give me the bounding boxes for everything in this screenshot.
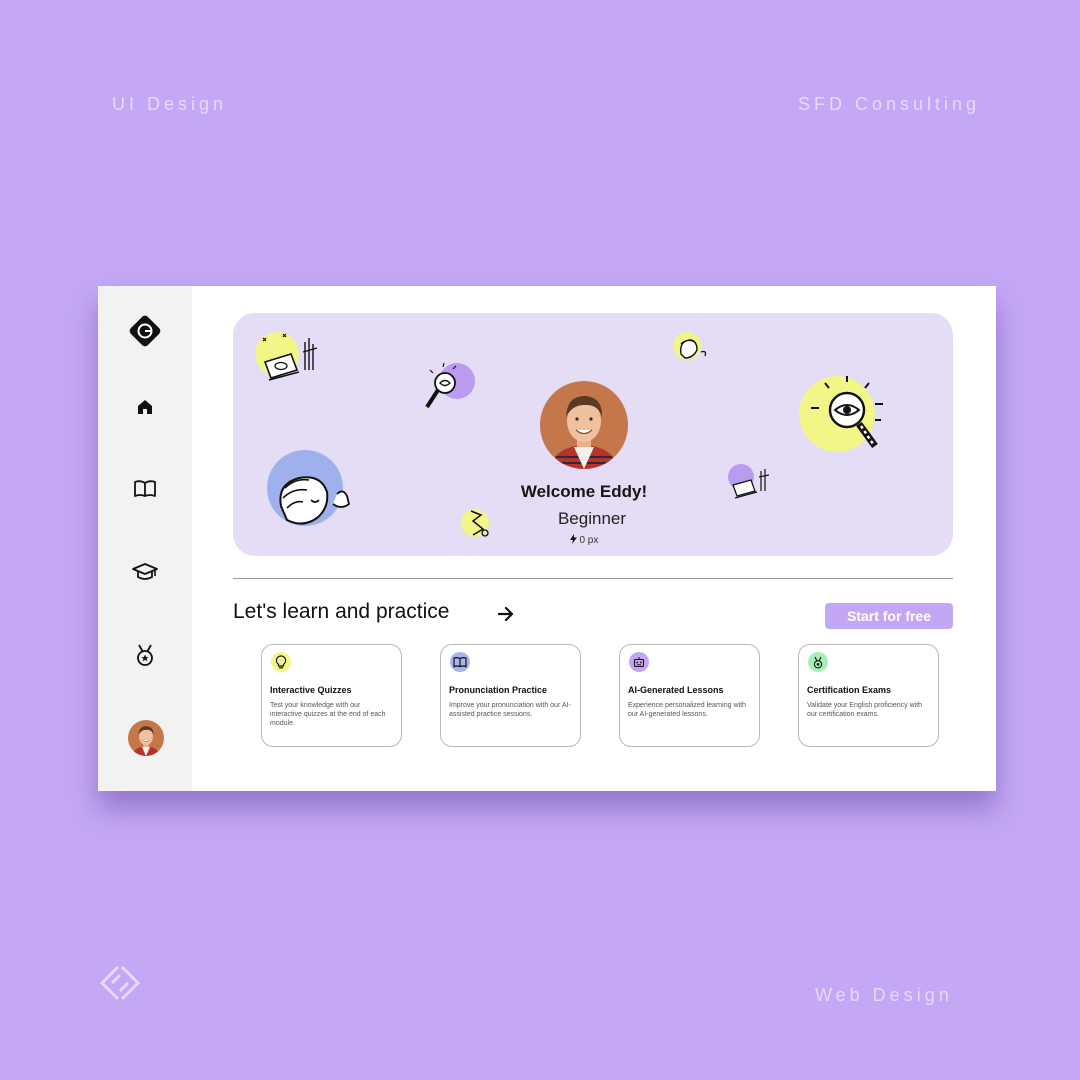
hero-user-avatar — [540, 381, 628, 469]
welcome-banner: Welcome Eddy! Beginner 0 px — [233, 313, 953, 556]
showcase-label-ui-design: UI Design — [112, 94, 228, 114]
section-title: Let's learn and practice — [233, 600, 450, 623]
card-title: Interactive Quizzes — [270, 685, 352, 695]
g-logo-icon — [129, 315, 161, 347]
sidebar-item-courses[interactable] — [125, 552, 165, 592]
section-divider — [233, 578, 953, 579]
lightbulb-icon — [275, 655, 287, 669]
graduation-cap-icon — [132, 563, 158, 580]
magnifier-doodle-icon — [425, 362, 475, 409]
feature-card-certification[interactable]: Certification Exams Validate your Englis… — [798, 644, 939, 747]
book-icon — [134, 480, 156, 497]
main-content: Welcome Eddy! Beginner 0 px Let's learn … — [192, 286, 996, 791]
card-title: Certification Exams — [807, 685, 892, 695]
sidebar-item-achievements[interactable] — [125, 635, 165, 675]
avatar — [540, 381, 628, 469]
welcome-text: Welcome Eddy! — [520, 482, 648, 501]
card-description: Experience personalized learning with ou… — [628, 702, 746, 718]
avatar — [128, 720, 164, 756]
face-doodle-large-icon — [267, 450, 351, 526]
card-description: Validate your English proficiency with o… — [807, 702, 923, 718]
sfd-logo-icon — [99, 965, 141, 1001]
home-icon — [138, 400, 152, 414]
face-doodle-small-icon — [673, 332, 707, 360]
book-icon — [453, 657, 467, 668]
app-logo[interactable] — [125, 311, 165, 351]
sidebar — [98, 286, 192, 791]
app-window: Welcome Eddy! Beginner 0 px Let's learn … — [98, 286, 996, 791]
feature-card-quizzes[interactable]: Interactive Quizzes Test your knowledge … — [261, 644, 402, 747]
robot-icon — [633, 657, 645, 668]
lightning-icon — [569, 534, 577, 544]
start-for-free-button[interactable]: Start for free — [825, 603, 953, 629]
card-description: Test your knowledge with our interactive… — [270, 702, 386, 727]
card-title: Pronunciation Practice — [449, 685, 548, 695]
showcase-label-web-design: Web Design — [815, 985, 953, 1005]
laptop-doodle-icon — [255, 332, 318, 381]
feature-card-pronunciation[interactable]: Pronunciation Practice Improve your pron… — [440, 644, 581, 747]
magnifier-doodle-large-icon — [799, 376, 883, 452]
sidebar-user-avatar[interactable] — [128, 720, 164, 756]
xp-counter: 0 px — [483, 534, 685, 546]
card-icon-badge — [808, 652, 828, 672]
showcase-label-company: SFD Consulting — [798, 94, 981, 114]
card-icon-badge — [629, 652, 649, 672]
sidebar-item-home[interactable] — [125, 387, 165, 427]
medal-icon — [813, 656, 823, 668]
sidebar-item-lessons[interactable] — [125, 469, 165, 509]
user-level: Beginner — [557, 509, 627, 528]
card-icon-badge — [271, 652, 291, 672]
medal-icon — [137, 644, 153, 666]
arrow-right-icon[interactable] — [497, 606, 515, 622]
xp-value: 0 px — [579, 535, 599, 546]
card-description: Improve your pronunciation with our AI-a… — [449, 702, 571, 718]
card-icon-badge — [450, 652, 470, 672]
laptop-doodle-small-icon — [728, 464, 770, 499]
feature-card-ai-lessons[interactable]: AI-Generated Lessons Experience personal… — [619, 644, 760, 747]
card-title: AI-Generated Lessons — [628, 685, 724, 695]
